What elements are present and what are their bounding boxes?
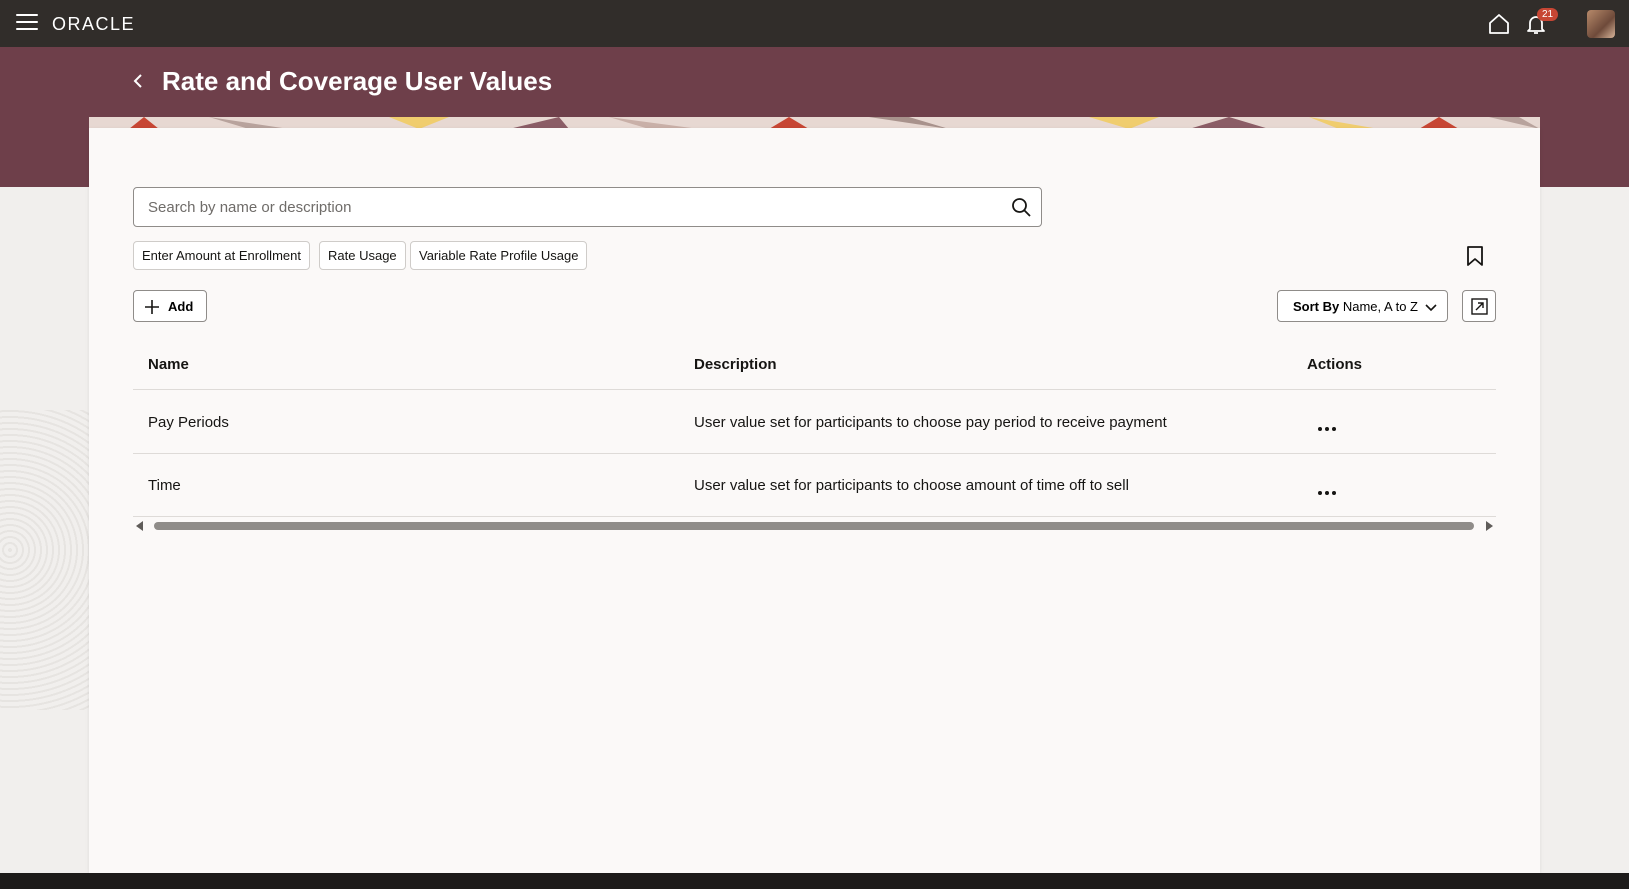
sort-value: Name, A to Z — [1342, 299, 1419, 314]
back-arrow-icon[interactable] — [130, 72, 148, 90]
page-title: Rate and Coverage User Values — [162, 66, 553, 96]
row-1-more-actions-icon[interactable] — [1318, 418, 1340, 431]
scrollbar-thumb[interactable] — [154, 522, 1474, 530]
chevron-down-icon — [1425, 304, 1437, 312]
os-taskbar — [0, 873, 1629, 889]
horizontal-scrollbar[interactable] — [136, 520, 1493, 532]
content-card — [89, 128, 1540, 873]
bookmark-icon[interactable] — [1466, 246, 1484, 266]
row-divider — [133, 516, 1496, 517]
detach-icon — [1471, 298, 1488, 315]
row-2-description: User value set for participants to choos… — [694, 477, 1129, 494]
filter-chip-variable-rate[interactable]: Variable Rate Profile Usage — [410, 241, 588, 270]
add-button-label: Add — [168, 299, 194, 314]
top-bar: ORACLE 21 — [0, 0, 1629, 47]
row-2-name[interactable]: Time — [148, 477, 181, 494]
sort-dropdown[interactable]: Sort By Name, A to Z — [1277, 290, 1448, 322]
scroll-left-icon[interactable] — [136, 521, 143, 531]
column-header-description[interactable]: Description — [694, 356, 777, 373]
filter-chip-enter-amount[interactable]: Enter Amount at Enrollment — [133, 241, 310, 270]
column-header-name[interactable]: Name — [148, 356, 189, 373]
column-header-actions: Actions — [1307, 356, 1363, 373]
notification-badge: 21 — [1537, 8, 1559, 21]
sort-label: Sort By Name, A to Z — [1293, 299, 1418, 314]
filter-chip-rate-usage[interactable]: Rate Usage — [319, 241, 406, 270]
row-1-description: User value set for participants to choos… — [694, 414, 1167, 431]
sort-prefix: Sort By — [1293, 299, 1340, 314]
header-divider — [133, 389, 1496, 390]
search-input[interactable] — [148, 188, 988, 226]
decorative-pattern — [0, 410, 90, 710]
row-1-name[interactable]: Pay Periods — [148, 414, 229, 431]
row-2-more-actions-icon[interactable] — [1318, 482, 1340, 495]
detach-table-button[interactable] — [1462, 290, 1496, 322]
oracle-logo[interactable]: ORACLE — [52, 14, 135, 35]
search-icon[interactable] — [1011, 197, 1031, 217]
user-avatar[interactable] — [1587, 10, 1615, 38]
home-icon[interactable] — [1487, 12, 1511, 36]
row-divider — [133, 453, 1496, 454]
add-button[interactable]: Add — [133, 290, 207, 322]
scroll-right-icon[interactable] — [1486, 521, 1493, 531]
menu-icon[interactable] — [16, 14, 38, 32]
search-bar — [133, 187, 1042, 227]
plus-icon — [145, 300, 159, 314]
